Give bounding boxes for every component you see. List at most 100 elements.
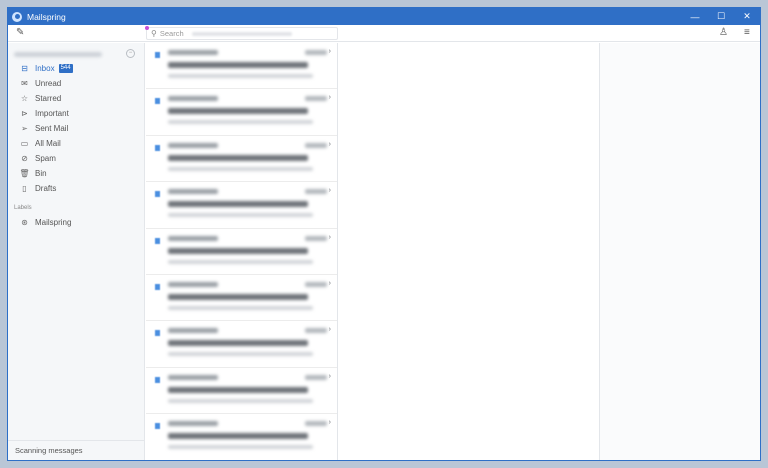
sidebar-item-important[interactable]: ⊳ Important [8, 106, 144, 121]
chevron-icon: › [328, 279, 331, 287]
sidebar-item-all-mail[interactable]: ▭ All Mail [8, 136, 144, 151]
title-bar: Mailspring — ☐ ✕ [8, 8, 760, 25]
toolbar: ✎ ⚲ Search ♙ ≡ [8, 25, 760, 42]
search-placeholder: Search [159, 29, 184, 38]
sidebar-item-label: Starred [35, 94, 62, 103]
account-options-icon[interactable]: − [126, 49, 135, 58]
menu-icon[interactable]: ≡ [744, 28, 750, 38]
message-row[interactable]: › [146, 321, 337, 368]
message-date [305, 421, 327, 427]
sidebar-item-label: Spam [35, 154, 56, 163]
message-row[interactable]: › [146, 89, 337, 136]
inbox-icon: ⊟ [21, 64, 28, 73]
notification-dot [145, 26, 149, 30]
tag-icon: ⊛ [21, 218, 28, 227]
message-sender [168, 235, 218, 241]
message-subject [168, 386, 308, 393]
folder-list: ⊟ Inbox 544 ✉ Unread ☆ Starred ⊳ Important ➢ Sent … [8, 61, 144, 196]
bin-icon: 🗑 [19, 169, 30, 178]
message-row[interactable]: › [146, 229, 337, 275]
app-window: Mailspring — ☐ ✕ ✎ ⚲ Search ♙ ≡ − ⊟ Inbox… [7, 7, 761, 461]
message-subject [168, 201, 308, 208]
message-row[interactable]: › [146, 414, 337, 460]
folder-icon: ▭ [20, 139, 29, 148]
sidebar-item-mailspring[interactable]: ⊛ Mailspring [8, 215, 144, 230]
message-snippet [168, 445, 313, 450]
label-list: ⊛ Mailspring [8, 215, 144, 230]
sent-icon: ➢ [21, 124, 28, 133]
account-email [14, 52, 102, 57]
search-input[interactable]: ⚲ Search [145, 26, 338, 40]
chevron-icon: › [328, 94, 331, 102]
message-row[interactable]: › [146, 275, 337, 322]
message-date [305, 281, 327, 287]
unread-flag-icon [155, 283, 160, 290]
compose-icon[interactable]: ✎ [16, 28, 24, 38]
message-sender [168, 189, 218, 195]
sidebar-item-label: Unread [35, 79, 62, 88]
sidebar-item-unread[interactable]: ✉ Unread [8, 76, 144, 91]
sidebar-item-label: Bin [35, 169, 47, 178]
message-date [305, 374, 327, 380]
chevron-icon: › [328, 187, 331, 195]
search-icon: ⚲ [151, 29, 157, 38]
unread-flag-icon [155, 376, 160, 383]
sidebar-item-sent-mail[interactable]: ➢ Sent Mail [8, 121, 144, 136]
sidebar-item-starred[interactable]: ☆ Starred [8, 91, 144, 106]
message-sender [168, 96, 218, 102]
sidebar: − ⊟ Inbox 544 ✉ Unread ☆ Starred ⊳ Important ➢ Sen… [8, 43, 145, 460]
unread-flag-icon [155, 330, 160, 337]
unread-flag-icon [155, 52, 160, 58]
message-snippet [168, 213, 313, 218]
message-subject [168, 247, 308, 254]
sidebar-item-label: Inbox [35, 64, 55, 73]
message-date [305, 189, 327, 195]
message-subject [168, 154, 308, 161]
unread-flag-icon [155, 237, 160, 244]
message-sender [168, 281, 218, 287]
message-snippet [168, 398, 313, 403]
contact-sidebar [599, 43, 760, 460]
unread-count-badge: 544 [58, 64, 73, 73]
account-icon[interactable]: ♙ [719, 28, 728, 38]
message-sender [168, 142, 218, 148]
spam-icon: ⊘ [21, 154, 28, 163]
chevron-icon: › [328, 419, 331, 427]
labels-heading: Labels [14, 205, 32, 211]
message-date [305, 328, 327, 334]
message-date [305, 235, 327, 241]
sidebar-item-label: Mailspring [35, 218, 72, 227]
message-row[interactable]: › [146, 368, 337, 415]
chevron-icon: › [328, 372, 331, 380]
message-snippet [168, 74, 313, 78]
close-button[interactable]: ✕ [734, 8, 760, 25]
message-row[interactable]: › [146, 43, 337, 90]
chevron-icon: › [328, 48, 331, 55]
message-subject [168, 433, 308, 440]
maximize-button[interactable]: ☐ [708, 8, 734, 25]
message-sender [168, 374, 218, 380]
minimize-button[interactable]: — [682, 8, 708, 25]
draft-icon: ▯ [22, 184, 27, 193]
message-subject [168, 108, 308, 115]
sidebar-item-inbox[interactable]: ⊟ Inbox 544 [8, 61, 144, 76]
sidebar-item-spam[interactable]: ⊘ Spam [8, 151, 144, 166]
message-row[interactable]: › [146, 136, 337, 183]
sidebar-item-bin[interactable]: 🗑 Bin [8, 166, 144, 181]
message-subject [168, 62, 308, 68]
window-title: Mailspring [27, 11, 66, 22]
message-sender [168, 50, 218, 55]
chevron-icon: › [328, 233, 331, 241]
unread-flag-icon [155, 98, 160, 105]
chevron-icon: › [328, 326, 331, 334]
important-icon: ⊳ [21, 109, 28, 118]
message-row[interactable]: › [146, 182, 337, 229]
message-subject [168, 340, 308, 347]
reading-pane [338, 43, 599, 460]
message-snippet [168, 259, 313, 264]
unread-flag-icon [155, 423, 160, 430]
unread-icon: ✉ [21, 79, 28, 88]
message-snippet [168, 352, 313, 357]
message-sender [168, 328, 218, 334]
sidebar-item-drafts[interactable]: ▯ Drafts [8, 181, 144, 196]
